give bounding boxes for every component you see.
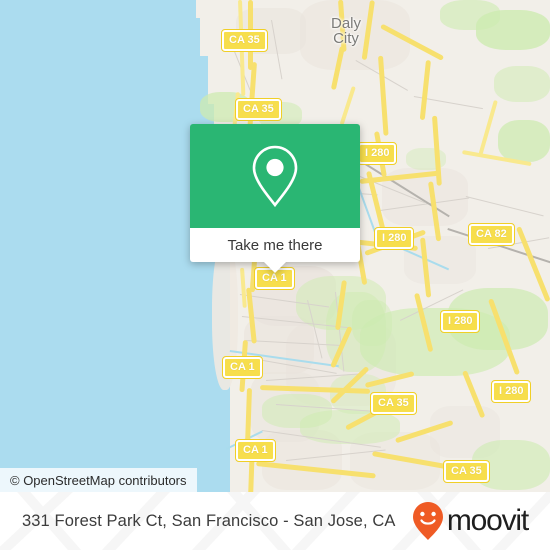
place-label-daly-city: Daly City [316,16,376,46]
highway-shield: CA 35 [370,392,417,415]
park-area [494,66,550,102]
moovit-logo[interactable]: moovit [411,501,529,541]
footer-content: 331 Forest Park Ct, San Francisco - San … [0,492,550,550]
place-label-line2: City [333,30,359,47]
popup-tail-arrow [264,262,286,273]
place-label-line1: Daly [330,15,361,32]
highway-shield: CA 1 [235,439,276,462]
highway-shield: CA 1 [222,356,263,379]
osm-attribution[interactable]: © OpenStreetMap contributors [0,468,197,492]
popup-header [190,124,360,228]
highway-shield: I 280 [439,310,481,333]
highway-shield: CA 35 [443,460,490,483]
park-area [476,10,550,50]
map-pin-icon [252,145,298,208]
moovit-smiley-pin-icon [412,502,443,540]
park-area [498,120,550,162]
address-label: 331 Forest Park Ct, San Francisco - San … [22,511,396,530]
take-me-there-label: Take me there [227,236,323,254]
footer-bar: 331 Forest Park Ct, San Francisco - San … [0,492,550,550]
urban-block [404,236,476,284]
highway-shield: I 280 [356,142,398,165]
osm-attribution-text: © OpenStreetMap contributors [10,472,187,488]
take-me-there-button[interactable]: Take me there [190,228,360,262]
location-popup-card[interactable]: Take me there [190,124,360,273]
highway-shield: I 280 [490,380,532,403]
highway-shield: CA 35 [235,98,282,121]
highway-shield: CA 35 [221,29,268,52]
moovit-wordmark: moovit [446,504,529,537]
map-canvas[interactable]: Daly City CA 35 CA 35 I 280 I 280 CA 82 CA 1 I… [0,0,550,492]
highway-shield: CA 82 [468,223,515,246]
highway-shield: I 280 [373,227,415,250]
map-screenshot: Daly City CA 35 CA 35 I 280 I 280 CA 82 CA 1 I… [0,0,550,550]
